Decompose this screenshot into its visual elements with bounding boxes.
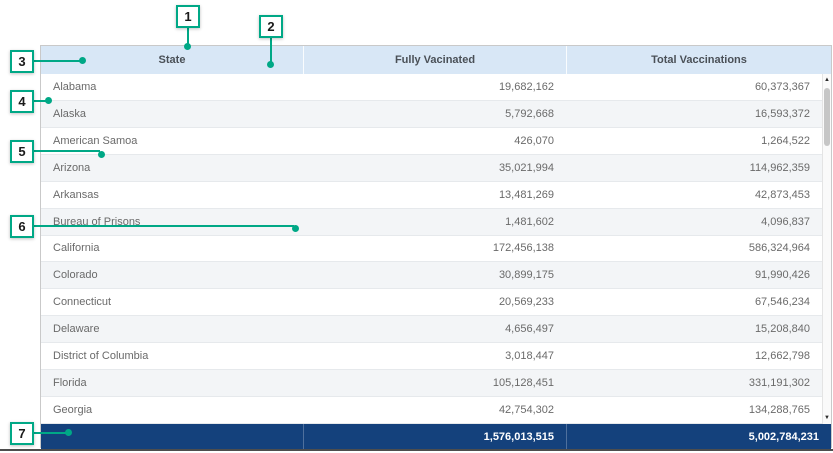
cell-total-vaccinations: 42,873,453 (566, 182, 822, 208)
column-header-fully-vaccinated[interactable]: Fully Vacinated (303, 46, 566, 74)
callout-2-dot (267, 61, 274, 68)
table-row[interactable]: Alabama19,682,16260,373,367 (41, 74, 831, 101)
table-row[interactable]: American Samoa426,0701,264,522 (41, 128, 831, 155)
cell-state: Georgia (41, 397, 303, 423)
cell-fully-vaccinated: 4,656,497 (303, 316, 566, 342)
cell-total-vaccinations: 134,288,765 (566, 397, 822, 423)
cell-total-vaccinations: 586,324,964 (566, 236, 822, 262)
table-row[interactable]: Connecticut20,569,23367,546,234 (41, 289, 831, 316)
vertical-scrollbar[interactable]: ▲ ▼ (822, 74, 831, 424)
widget-bottom-border (0, 449, 833, 451)
table-row[interactable]: Arkansas13,481,26942,873,453 (41, 182, 831, 209)
table-header: State Fully Vacinated Total Vaccinations (41, 46, 831, 74)
cell-total-vaccinations: 15,208,840 (566, 316, 822, 342)
cell-state: Arkansas (41, 182, 303, 208)
cell-total-vaccinations: 12,662,798 (566, 343, 822, 369)
cell-state: Bureau of Prisons (41, 209, 303, 235)
cell-state: Florida (41, 370, 303, 396)
callout-5: 5 (10, 140, 34, 163)
cell-total-vaccinations: 1,264,522 (566, 128, 822, 154)
cell-fully-vaccinated: 20,569,233 (303, 289, 566, 315)
cell-state: District of Columbia (41, 343, 303, 369)
table-row[interactable]: California172,456,138586,324,964 (41, 236, 831, 263)
cell-fully-vaccinated: 13,481,269 (303, 182, 566, 208)
callout-7-dot (65, 429, 72, 436)
summary-row: 1,576,013,515 5,002,784,231 (41, 424, 831, 449)
annotated-screenshot: State Fully Vacinated Total Vaccinations… (0, 0, 833, 453)
callout-6-line (34, 225, 294, 227)
callout-1-line (187, 28, 189, 44)
table-body: Alabama19,682,16260,373,367Alaska5,792,6… (41, 74, 831, 424)
cell-total-vaccinations: 114,962,359 (566, 155, 822, 181)
cell-fully-vaccinated: 5,792,668 (303, 101, 566, 127)
table-row[interactable]: Georgia42,754,302134,288,765 (41, 397, 831, 424)
callout-5-dot (98, 151, 105, 158)
callout-7: 7 (10, 422, 34, 445)
cell-fully-vaccinated: 105,128,451 (303, 370, 566, 396)
callout-4-dot (45, 97, 52, 104)
cell-total-vaccinations: 60,373,367 (566, 74, 822, 100)
table-row[interactable]: Arizona35,021,994114,962,359 (41, 155, 831, 182)
table-row[interactable]: Delaware4,656,49715,208,840 (41, 316, 831, 343)
cell-state: Arizona (41, 155, 303, 181)
cell-total-vaccinations: 16,593,372 (566, 101, 822, 127)
cell-fully-vaccinated: 19,682,162 (303, 74, 566, 100)
column-header-total-vaccinations[interactable]: Total Vaccinations (566, 46, 831, 74)
callout-1: 1 (176, 5, 200, 28)
cell-fully-vaccinated: 30,899,175 (303, 262, 566, 288)
cell-total-vaccinations: 91,990,426 (566, 262, 822, 288)
callout-4: 4 (10, 90, 34, 113)
scroll-up-icon[interactable]: ▲ (823, 74, 831, 86)
cell-fully-vaccinated: 35,021,994 (303, 155, 566, 181)
cell-fully-vaccinated: 3,018,447 (303, 343, 566, 369)
callout-1-dot (184, 43, 191, 50)
callout-6: 6 (10, 215, 34, 238)
table-row[interactable]: District of Columbia3,018,44712,662,798 (41, 343, 831, 370)
cell-total-vaccinations: 67,546,234 (566, 289, 822, 315)
summary-cell-fully-vaccinated: 1,576,013,515 (303, 424, 566, 449)
cell-fully-vaccinated: 426,070 (303, 128, 566, 154)
callout-5-line (34, 150, 100, 152)
cell-state: Delaware (41, 316, 303, 342)
callout-2-line (270, 38, 272, 63)
callout-3-dot (79, 57, 86, 64)
scrollbar-thumb[interactable] (824, 88, 830, 146)
summary-cell-total-vaccinations: 5,002,784,231 (566, 424, 831, 449)
callout-3: 3 (10, 50, 34, 73)
cell-state: Connecticut (41, 289, 303, 315)
cell-state: California (41, 236, 303, 262)
scroll-down-icon[interactable]: ▼ (823, 412, 831, 424)
cell-state: Colorado (41, 262, 303, 288)
callout-2: 2 (259, 15, 283, 38)
table-row[interactable]: Florida105,128,451331,191,302 (41, 370, 831, 397)
callout-3-line (34, 60, 81, 62)
cell-state: Alabama (41, 74, 303, 100)
cell-fully-vaccinated: 1,481,602 (303, 209, 566, 235)
cell-total-vaccinations: 4,096,837 (566, 209, 822, 235)
cell-fully-vaccinated: 172,456,138 (303, 236, 566, 262)
callout-6-dot (292, 225, 299, 232)
cell-fully-vaccinated: 42,754,302 (303, 397, 566, 423)
cell-state: Alaska (41, 101, 303, 127)
cell-total-vaccinations: 331,191,302 (566, 370, 822, 396)
table-row[interactable]: Alaska5,792,66816,593,372 (41, 101, 831, 128)
scrollbar-track[interactable] (823, 86, 831, 412)
attribute-table: State Fully Vacinated Total Vaccinations… (40, 45, 832, 448)
table-row[interactable]: Colorado30,899,17591,990,426 (41, 262, 831, 289)
table-row[interactable]: Bureau of Prisons1,481,6024,096,837 (41, 209, 831, 236)
summary-cell-state (41, 424, 303, 449)
callout-7-line (34, 432, 67, 434)
